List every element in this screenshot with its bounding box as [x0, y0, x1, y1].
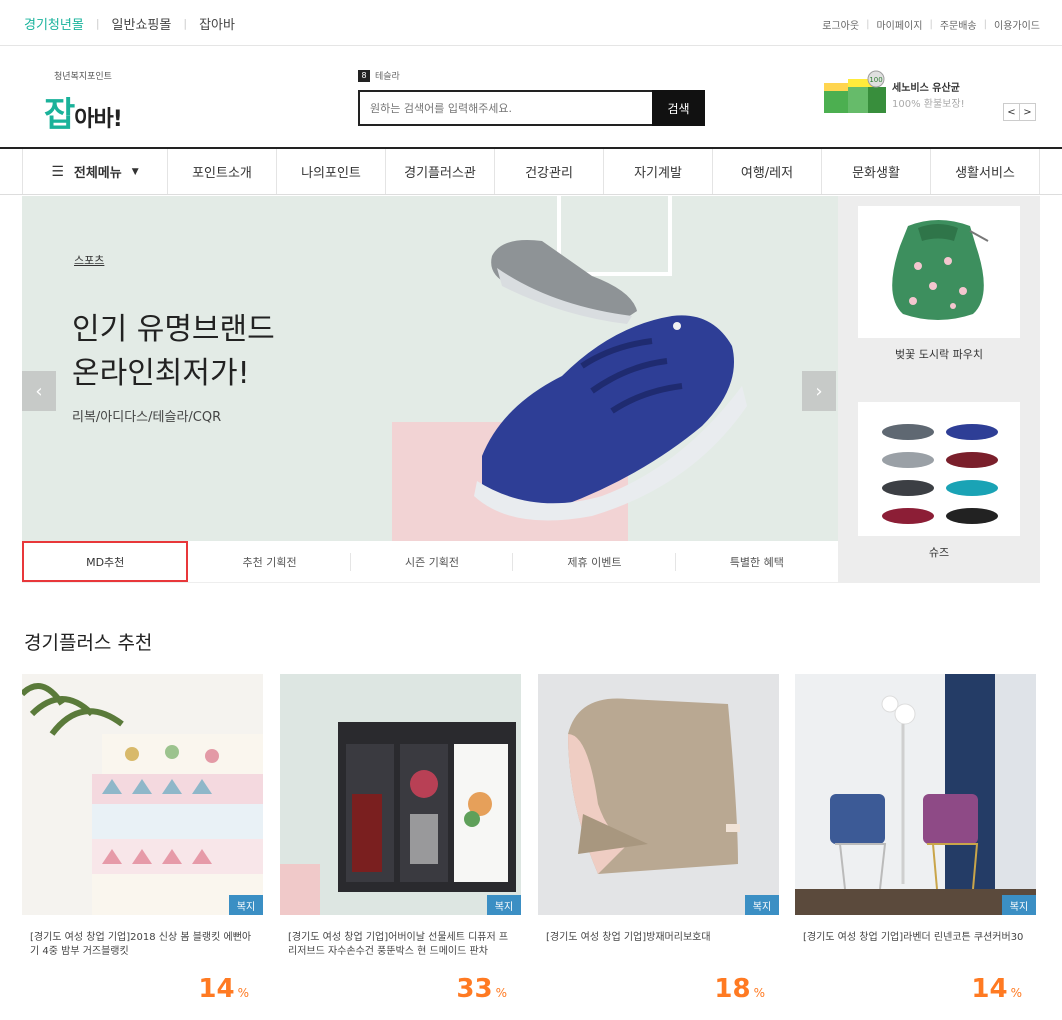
mall-switcher: 경기청년몰 | 일반쇼핑몰 | 잡아바 [24, 14, 235, 33]
hero-headline-line1: 인기 유명브랜드 [72, 312, 275, 347]
cushion-cover-image [795, 674, 1036, 915]
hero-tabs: MD추천 추천 기획전 시즌 기획전 제휴 이벤트 특별한 혜택 [22, 541, 838, 583]
product-image[interactable]: 복지 [538, 674, 779, 915]
section-title: 경기플러스 추천 [24, 632, 153, 654]
utility-links: 로그아웃 | 마이페이지 | 주문배송 | 이용가이드 [822, 17, 1040, 32]
divider: | [866, 19, 870, 30]
main-nav: ☰ 전체메뉴 ▼ 포인트소개 나의포인트 경기플러스관 건강관리 자기계발 여행… [0, 147, 1062, 195]
divider: | [929, 19, 933, 30]
tab-partner-event[interactable]: 제휴 이벤트 [513, 541, 677, 582]
guide-link[interactable]: 이용가이드 [994, 17, 1040, 32]
logo-mark: 잡 [44, 95, 75, 135]
promo-product-image[interactable]: 100 [822, 69, 888, 117]
trending-term: 테슬라 [375, 72, 400, 82]
sneakers-image [474, 240, 747, 521]
nav-item-culture[interactable]: 문화생활 [822, 149, 931, 194]
discount-rate: 33% [456, 974, 507, 1004]
mypage-link[interactable]: 마이페이지 [876, 17, 922, 32]
welfare-badge: 복지 [229, 895, 263, 915]
product-card[interactable]: 복지 [경기도 여성 창업 기업]2018 신상 봄 블랭킷 에뻔아기 4중 밤… [22, 674, 263, 1004]
welfare-badge: 복지 [1002, 895, 1036, 915]
promo-next-button[interactable]: > [1019, 103, 1036, 121]
header: 청년복지포인트 잡아바! 8 테슬라 검색 100 세노비스 유산균 100% … [0, 47, 1062, 147]
search-input[interactable] [358, 90, 652, 126]
hero-category: 스포츠 [74, 254, 105, 267]
discount-rate: 14% [971, 974, 1022, 1004]
discount-rate: 14% [198, 974, 249, 1004]
promo-title[interactable]: 세노비스 유산균 [892, 79, 960, 94]
product-card[interactable]: 복지 [경기도 여성 창업 기업]방재머리보호대 18% [538, 674, 779, 1004]
promo-pager: < > [1003, 103, 1036, 121]
discount-rate: 18% [714, 974, 765, 1004]
caret-down-icon: ▼ [131, 166, 139, 177]
hero-next-button[interactable]: › [802, 371, 836, 411]
hamburger-icon: ☰ [51, 163, 64, 180]
nav-item-life-service[interactable]: 생활서비스 [931, 149, 1040, 194]
trending-keyword[interactable]: 8 테슬라 [358, 69, 400, 82]
tab-recommend-exhibit[interactable]: 추천 기획전 [188, 541, 352, 582]
mall-link-jobaba[interactable]: 잡아바 [199, 14, 235, 33]
welfare-badge: 복지 [745, 895, 779, 915]
order-delivery-link[interactable]: 주문배송 [940, 17, 977, 32]
side-banners: 벚꽃 도시락 파우치 슈즈 [838, 196, 1040, 583]
product-image[interactable]: 복지 [22, 674, 263, 915]
nav-item-gyeonggi-plus[interactable]: 경기플러스관 [386, 149, 495, 194]
side-product-shoes[interactable] [858, 402, 1020, 536]
all-menu-button[interactable]: ☰ 전체메뉴 ▼ [22, 149, 168, 194]
nav-item-health[interactable]: 건강관리 [495, 149, 604, 194]
logo-subtitle: 청년복지포인트 [54, 72, 112, 82]
hero-banner[interactable]: 스포츠 인기 유명브랜드 온라인최저가! 리복/아디다스/테슬라/CQR ‹ › [22, 196, 838, 542]
product-name[interactable]: [경기도 여성 창업 기업]2018 신상 봄 블랭킷 에뻔아기 4중 밤부 거… [22, 931, 263, 959]
nav-item-self-dev[interactable]: 자기계발 [604, 149, 713, 194]
chevron-left-icon: ‹ [35, 380, 43, 402]
product-image[interactable]: 복지 [280, 674, 521, 915]
trending-rank: 8 [358, 69, 370, 82]
nav-item-my-point[interactable]: 나의포인트 [277, 149, 386, 194]
tab-season-exhibit[interactable]: 시즌 기획전 [351, 541, 514, 582]
side-caption-shoes[interactable]: 슈즈 [838, 544, 1040, 560]
welfare-badge: 복지 [487, 895, 521, 915]
product-card[interactable]: 복지 [경기도 여성 창업 기업]라벤더 린넨코튼 쿠션커버30 14% [795, 674, 1036, 1004]
hero-prev-button[interactable]: ‹ [22, 371, 56, 411]
promo-subtitle: 100% 환불보장! [892, 99, 965, 110]
logout-link[interactable]: 로그아웃 [822, 17, 859, 32]
product-card[interactable]: 복지 [경기도 여성 창업 기업]어버이날 선물세트 디퓨저 프리저브드 자수손… [280, 674, 521, 1004]
product-image[interactable]: 복지 [795, 674, 1036, 915]
tab-md-pick[interactable]: MD추천 [22, 541, 189, 582]
chevron-right-icon: › [815, 380, 823, 402]
cushion-hood-image [538, 674, 779, 915]
gift-set-image [280, 674, 521, 915]
product-name[interactable]: [경기도 여성 창업 기업]어버이날 선물세트 디퓨저 프리저브드 자수손수건 … [280, 931, 521, 959]
divider: | [983, 19, 987, 30]
mall-link-gyeonggi-youth[interactable]: 경기청년몰 [24, 14, 84, 33]
product-list: 복지 [경기도 여성 창업 기업]2018 신상 봄 블랭킷 에뻔아기 4중 밤… [22, 674, 1042, 1014]
product-name[interactable]: [경기도 여성 창업 기업]라벤더 린넨코튼 쿠션커버30 [795, 931, 1036, 959]
hero-headline-line2: 온라인최저가! [72, 356, 250, 391]
side-product-pouch[interactable] [858, 206, 1020, 338]
tab-special-benefit[interactable]: 특별한 혜택 [676, 541, 838, 582]
search-button[interactable]: 검색 [652, 90, 705, 126]
divider: | [183, 17, 188, 30]
product-name[interactable]: [경기도 여성 창업 기업]방재머리보호대 [538, 931, 779, 959]
hero-headline: 인기 유명브랜드 온라인최저가! [72, 308, 275, 396]
mall-link-general[interactable]: 일반쇼핑몰 [112, 14, 172, 33]
hero-brands: 리복/아디다스/테슬라/CQR [72, 410, 222, 425]
nav-item-travel[interactable]: 여행/레저 [713, 149, 822, 194]
side-caption-pouch[interactable]: 벚꽃 도시락 파우치 [838, 346, 1040, 362]
pouch-image [892, 220, 989, 320]
site-logo[interactable]: 잡아바! [44, 87, 123, 136]
svg-text:100: 100 [869, 76, 882, 84]
promo-prev-button[interactable]: < [1003, 103, 1020, 121]
logo-text: 아바! [74, 107, 123, 132]
divider: | [95, 17, 100, 30]
blanket-image [22, 674, 263, 915]
nav-item-point-intro[interactable]: 포인트소개 [168, 149, 277, 194]
top-bar: 경기청년몰 | 일반쇼핑몰 | 잡아바 로그아웃 | 마이페이지 | 주문배송 … [0, 0, 1062, 46]
shoes-grid-image [882, 424, 998, 524]
all-menu-label: 전체메뉴 [73, 166, 122, 181]
